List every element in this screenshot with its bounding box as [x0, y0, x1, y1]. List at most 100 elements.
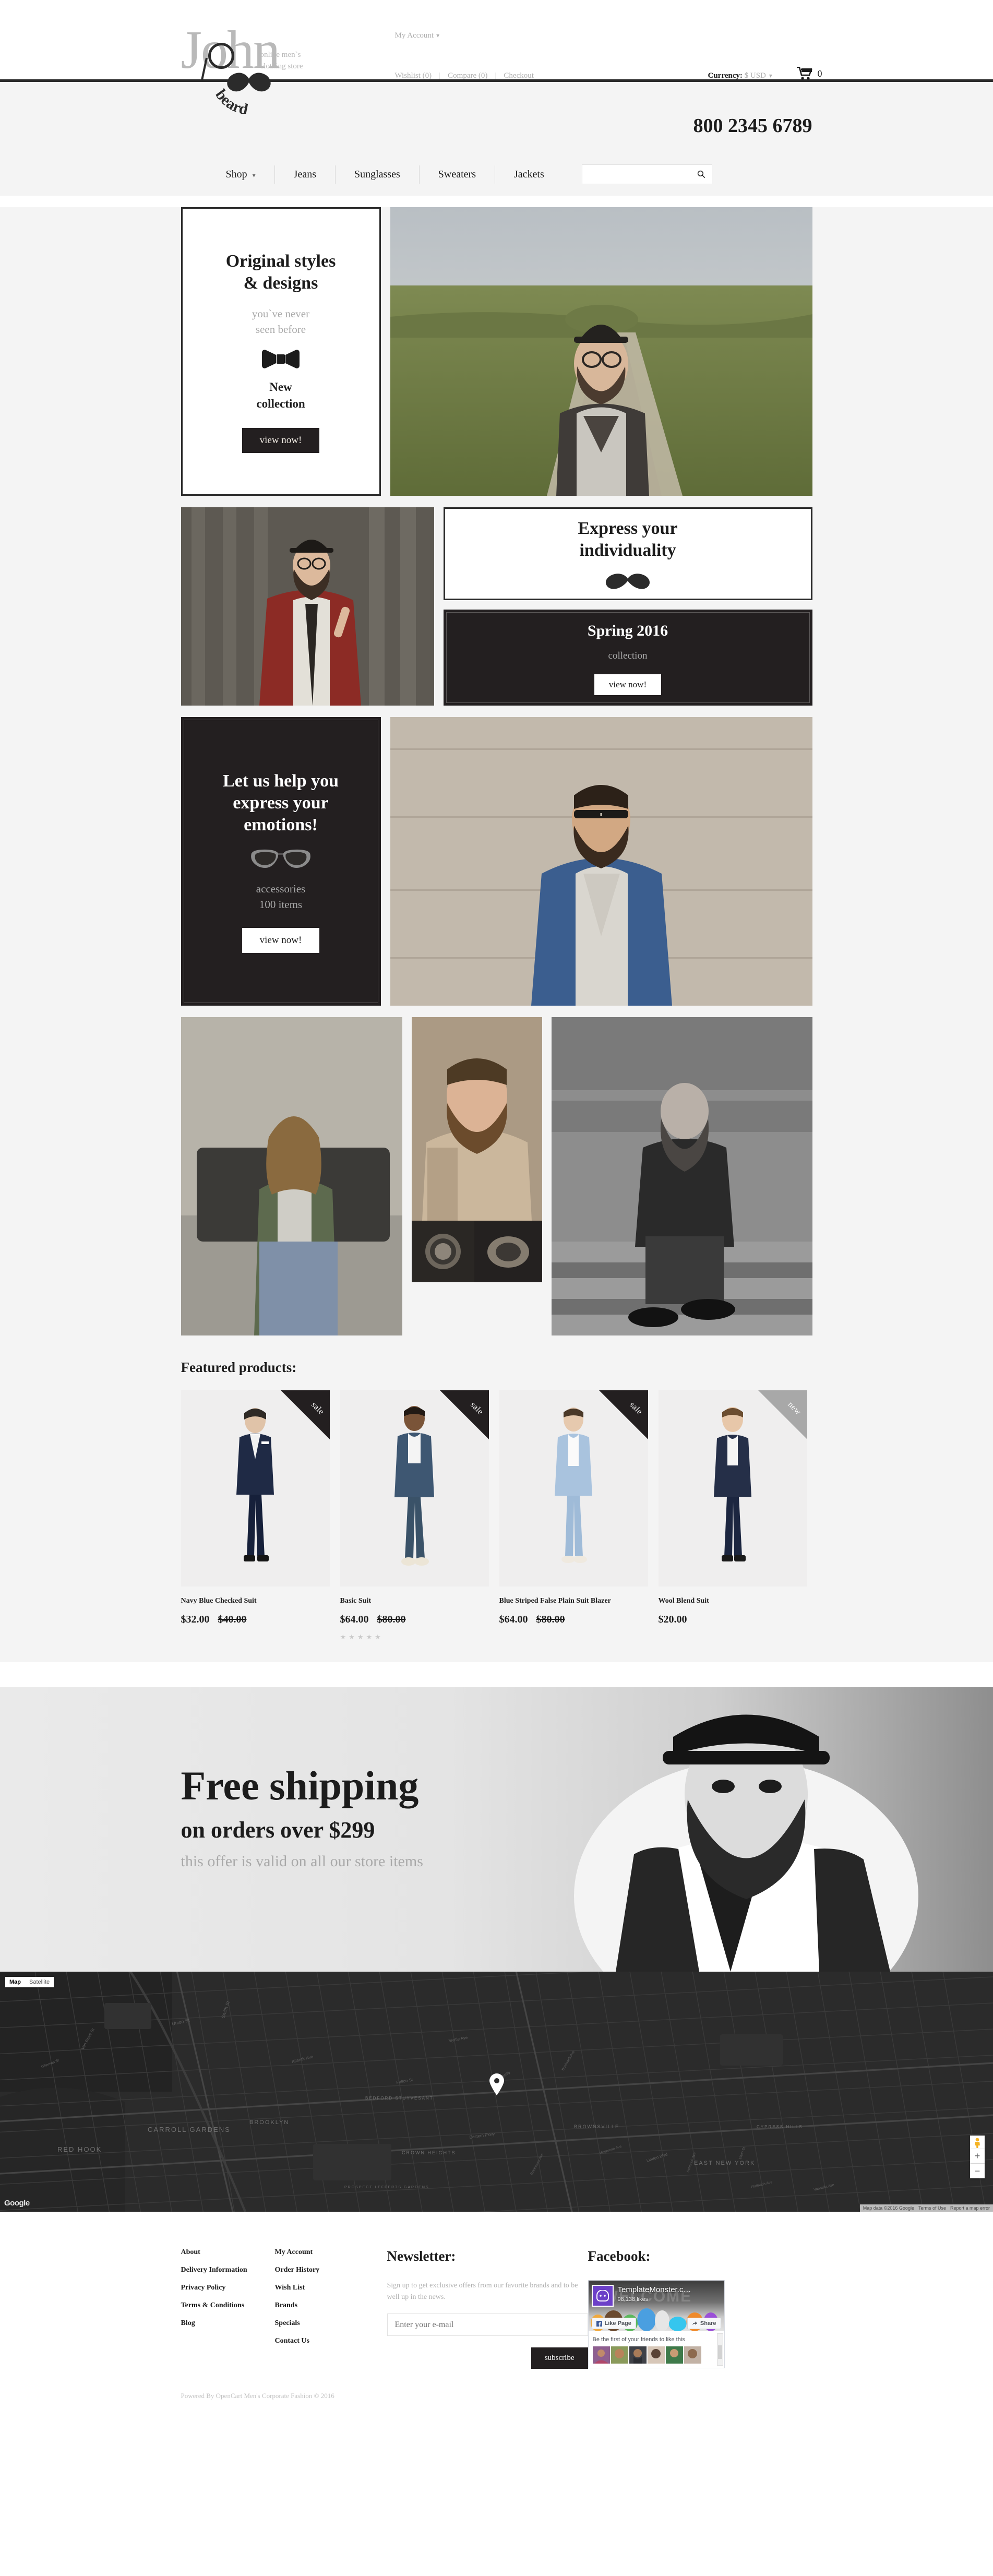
site-logo[interactable]: John online men`s clothing store beard [181, 5, 338, 114]
store-location-map[interactable]: CARROLL GARDENS RED HOOK BROOKLYN CROWN HEI… [0, 1972, 993, 2212]
map-marker-pin[interactable] [489, 2073, 505, 2095]
facebook-page-name: TemplateMonster.c… [617, 2285, 691, 2294]
search-input[interactable] [582, 165, 697, 184]
facebook-share-button[interactable]: Share [687, 2318, 721, 2329]
map-type-satellite[interactable]: Satellite [25, 1977, 54, 1987]
compare-link[interactable]: Compare (0) [448, 71, 487, 80]
product-name[interactable]: Navy Blue Checked Suit [181, 1597, 330, 1605]
collage-photo-long-hair-man[interactable] [181, 1017, 403, 1335]
promo-subtitle: accessories 100 items [256, 881, 305, 912]
map-type-map[interactable]: Map [5, 1977, 25, 1987]
collage-photo-accessory[interactable] [474, 1221, 543, 1282]
google-logo: Google [4, 2199, 30, 2208]
footer-link-specials[interactable]: Specials [275, 2319, 387, 2328]
collage-photo-bald-bearded-man-stairs[interactable] [552, 1017, 812, 1335]
checkout-link[interactable]: Checkout [504, 71, 534, 80]
newsletter-email-input[interactable] [387, 2313, 588, 2336]
map-report-link[interactable]: Report a map error [950, 2205, 990, 2211]
zoom-out-button[interactable]: − [970, 2164, 985, 2178]
nav-item-sweaters[interactable]: Sweaters [420, 165, 495, 184]
product-name[interactable]: Wool Blend Suit [659, 1597, 807, 1605]
product-card[interactable]: sale Blue Striped False Plain Suit Blaze… [499, 1390, 648, 1641]
product-card[interactable]: sale Basic Suit $64.00 $80.00 ★ ★ ★ ★ ★ [340, 1390, 489, 1641]
promo-spring-collection[interactable]: Spring 2016 collection view now! [443, 610, 812, 706]
promo-view-now-button[interactable]: view now! [242, 427, 320, 453]
promo-view-now-button[interactable]: view now! [242, 927, 320, 953]
nav-item-jackets[interactable]: Jackets [495, 165, 563, 184]
newsletter-subscribe-button[interactable]: subscribe [531, 2347, 588, 2369]
hero-photo-blue-blazer-man[interactable] [390, 717, 812, 1006]
footer-link-delivery-information[interactable]: Delivery Information [181, 2266, 275, 2274]
map-terms-link[interactable]: Terms of Use [918, 2205, 946, 2211]
product-card[interactable]: new Wool Blend Suit $20.00 [658, 1390, 807, 1641]
product-price: $64.00 [340, 1614, 369, 1625]
street-view-pegman-control[interactable] [970, 2136, 985, 2150]
nav-item-shop[interactable]: Shop ▾ [207, 165, 275, 184]
collage-photo-watch[interactable] [412, 1221, 475, 1282]
main-navigation: Shop ▾ Jeans Sunglasses Sweaters Jackets [181, 164, 812, 196]
product-card[interactable]: sale Navy Blue Checked Suit $32.00 $40.0… [181, 1390, 330, 1641]
promo-title: Express your individuality [578, 518, 677, 562]
footer-link-contact-us[interactable]: Contact Us [275, 2337, 387, 2345]
product-name[interactable]: Basic Suit [340, 1597, 489, 1605]
promo-individuality[interactable]: Express your individuality [443, 507, 812, 600]
promo-original-styles[interactable]: Original styles & designs you`ve never s… [181, 207, 381, 496]
footer-link-my-account[interactable]: My Account [275, 2248, 387, 2257]
avatar [684, 2346, 701, 2364]
product-image[interactable]: sale [181, 1390, 330, 1587]
footer-link-terms-conditions[interactable]: Terms & Conditions [181, 2301, 275, 2310]
product-image[interactable]: new [658, 1390, 807, 1587]
search-box[interactable] [581, 164, 712, 184]
currency-selector[interactable]: Currency: $ USD ▾ [708, 71, 772, 80]
product-image[interactable]: sale [340, 1390, 489, 1587]
wishlist-link[interactable]: Wishlist (0) [395, 71, 432, 80]
new-badge [758, 1390, 807, 1439]
hero-photo-red-jacket-man[interactable] [181, 507, 434, 706]
facebook-widget-body: Be the first of your friends to like thi… [588, 2331, 724, 2368]
promo-title-line1: Express your [578, 519, 678, 538]
product-prices: $32.00 $40.00 [181, 1614, 330, 1626]
hero-photo-bearded-man-road[interactable] [390, 207, 812, 496]
my-account-menu[interactable]: My Account ▾ [395, 31, 440, 40]
map-label: Eastern Pkwy [469, 2131, 495, 2140]
cart-icon [796, 67, 812, 80]
promo-view-now-button[interactable]: view now! [594, 674, 662, 695]
cart-button[interactable]: 0 [796, 67, 822, 80]
free-shipping-banner[interactable]: Free shipping on orders over $299 this o… [0, 1687, 993, 1972]
search-icon[interactable] [697, 170, 705, 178]
map-label: BEDFORD STUYVESANT [365, 2096, 434, 2101]
footer-link-about[interactable]: About [181, 2248, 275, 2257]
my-account-label: My Account [394, 31, 434, 40]
collage-photo-2-image [412, 1017, 543, 1221]
utility-links: Wishlist (0) | Compare (0) | Checkout [395, 71, 534, 80]
footer-link-order-history[interactable]: Order History [275, 2266, 387, 2274]
zoom-in-button[interactable]: + [970, 2149, 985, 2164]
scrollbar-thumb[interactable] [717, 2345, 722, 2359]
map-type-control[interactable]: Map Satellite [5, 1977, 54, 1987]
pegman-icon [975, 2138, 980, 2148]
nav-item-sunglasses[interactable]: Sunglasses [336, 165, 420, 184]
facebook-page-widget[interactable]: WELCOME TemplateMonster.c… 98,138 likes … [588, 2280, 725, 2368]
svg-text:beard: beard [212, 88, 249, 114]
nav-item-jeans[interactable]: Jeans [275, 165, 336, 184]
promo-row-4-collage [181, 1017, 812, 1335]
hero-photo-1-image [390, 207, 812, 496]
promo-subtitle-line2: seen before [255, 323, 306, 336]
footer-link-wish-list[interactable]: Wish List [275, 2284, 387, 2292]
divider: | [495, 71, 497, 80]
product-image[interactable]: sale [499, 1390, 648, 1587]
map-zoom-controls[interactable]: + − [970, 2149, 985, 2178]
facebook-likes-count: 98,138 likes [617, 2296, 649, 2303]
facebook-widget-scrollbar[interactable] [716, 2333, 723, 2366]
footer-link-privacy-policy[interactable]: Privacy Policy [181, 2284, 275, 2292]
map-label: Smith St [220, 2000, 231, 2019]
facebook-like-page-button[interactable]: Like Page [591, 2318, 636, 2329]
product-rating-stars: ★ ★ ★ ★ ★ [340, 1633, 489, 1641]
product-name[interactable]: Blue Striped False Plain Suit Blazer [499, 1597, 648, 1605]
footer-link-blog[interactable]: Blog [181, 2319, 275, 2328]
star-icon: ★ [340, 1633, 346, 1641]
promo-emotions[interactable]: Let us help you express your emotions! a… [181, 717, 381, 1006]
map-data-attribution: Map data ©2016 Google [863, 2205, 914, 2211]
collage-photo-tattoo-beard-man[interactable] [412, 1017, 543, 1221]
footer-link-brands[interactable]: Brands [275, 2301, 387, 2310]
